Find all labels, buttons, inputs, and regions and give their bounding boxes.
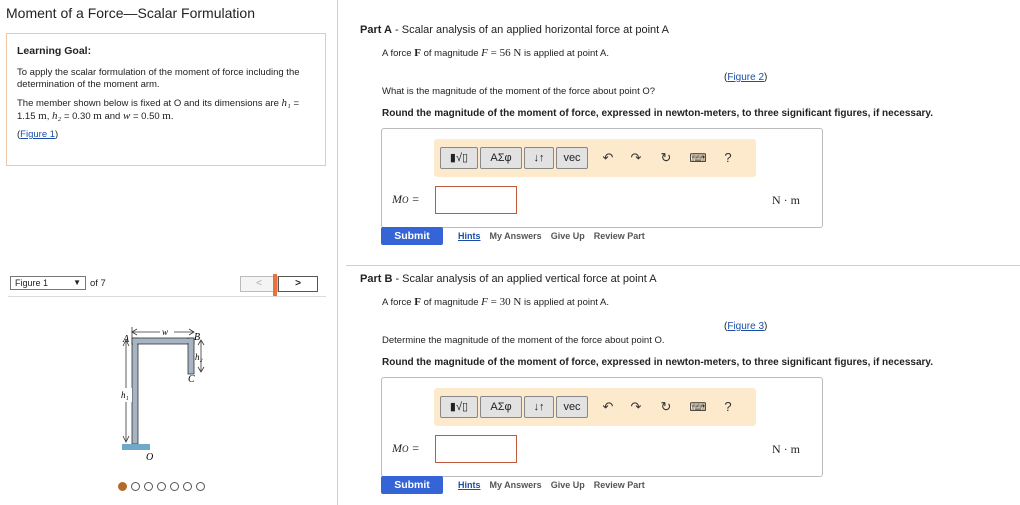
part-a-give-up-link[interactable]: Give Up: [551, 231, 585, 241]
part-b-actions: Hints My Answers Give Up Review Part: [458, 480, 645, 490]
part-divider: [346, 265, 1020, 266]
ground-support: [122, 444, 150, 450]
chevron-down-icon: ▼: [73, 278, 81, 287]
template-button[interactable]: ▮√▯: [440, 396, 478, 418]
figure-3-link[interactable]: Figure 3: [727, 321, 764, 332]
part-a-statement: A force F of magnitude F = 56 N is appli…: [382, 47, 609, 59]
part-b-give-up-link[interactable]: Give Up: [551, 480, 585, 490]
part-b-submit-button[interactable]: Submit: [381, 476, 443, 494]
part-b-question: Determine the magnitude of the moment of…: [382, 335, 665, 346]
nav-separator: [273, 274, 277, 296]
subscript-superscript-button[interactable]: ↓↑: [524, 396, 554, 418]
next-figure-button[interactable]: >: [278, 276, 318, 292]
figure-navigation: Figure 1 ▼ of 7 < >: [8, 274, 326, 296]
part-b-my-answers-link[interactable]: My Answers: [490, 480, 542, 490]
part-a-question: What is the magnitude of the moment of t…: [382, 86, 656, 97]
vector-button[interactable]: vec: [556, 147, 588, 169]
redo-icon[interactable]: ↷: [626, 147, 646, 169]
part-b-moment-label: MO =: [392, 441, 420, 455]
figure-dot-4[interactable]: [157, 482, 166, 491]
part-b-math-toolbar: ▮√▯ ΑΣφ ↓↑ vec ↶ ↷ ↻ ⌨ ?: [434, 388, 756, 426]
page-title: Moment of a Force—Scalar Formulation: [6, 5, 255, 21]
left-panel: Moment of a Force—Scalar Formulation Lea…: [0, 0, 338, 505]
part-a-review-part-link[interactable]: Review Part: [594, 231, 645, 241]
part-a-moment-label: MO =: [392, 192, 420, 206]
figure-count: of 7: [90, 278, 106, 289]
figure-pagination-dots: [118, 482, 205, 491]
help-button[interactable]: ?: [718, 147, 738, 169]
figure-dot-6[interactable]: [183, 482, 192, 491]
part-a-my-answers-link[interactable]: My Answers: [490, 231, 542, 241]
undo-icon[interactable]: ↶: [598, 396, 618, 418]
figure-divider: [8, 296, 326, 297]
part-a-math-toolbar: ▮√▯ ΑΣφ ↓↑ vec ↶ ↷ ↻ ⌨ ?: [434, 139, 756, 177]
undo-icon[interactable]: ↶: [598, 147, 618, 169]
template-button[interactable]: ▮√▯: [440, 147, 478, 169]
part-a-unit: N · m: [772, 193, 800, 207]
figure-dot-3[interactable]: [144, 482, 153, 491]
part-a-round-instruction: Round the magnitude of the moment of for…: [382, 108, 934, 119]
figure-dot-1[interactable]: [118, 482, 127, 491]
w-label: w: [162, 327, 168, 337]
part-a-submit-button[interactable]: Submit: [381, 227, 443, 245]
h1-label: h₁: [121, 390, 129, 400]
right-panel: Part A - Scalar analysis of an applied h…: [346, 0, 1020, 505]
figure-1-link-row: (Figure 1): [17, 129, 59, 140]
figure-dot-5[interactable]: [170, 482, 179, 491]
part-b-moment-input[interactable]: [435, 435, 517, 463]
point-c-label: C: [188, 374, 195, 385]
figure-dot-7[interactable]: [196, 482, 205, 491]
part-b-round-instruction: Round the magnitude of the moment of for…: [382, 357, 934, 368]
part-b-statement: A force F of magnitude F = 30 N is appli…: [382, 296, 609, 308]
figure-2-link[interactable]: Figure 2: [727, 72, 764, 83]
figure-select[interactable]: Figure 1 ▼: [10, 276, 86, 290]
keyboard-icon[interactable]: ⌨: [688, 396, 708, 418]
subscript-superscript-button[interactable]: ↓↑: [524, 147, 554, 169]
reset-icon[interactable]: ↻: [656, 147, 676, 169]
learning-goal-box: Learning Goal: To apply the scalar formu…: [6, 33, 326, 166]
learning-goal-text: To apply the scalar formulation of the m…: [17, 67, 300, 90]
point-o-label: O: [146, 452, 153, 463]
part-a-actions: Hints My Answers Give Up Review Part: [458, 231, 645, 241]
redo-icon[interactable]: ↷: [626, 396, 646, 418]
figure-1-link[interactable]: Figure 1: [20, 129, 55, 140]
reset-icon[interactable]: ↻: [656, 396, 676, 418]
part-b-hints-link[interactable]: Hints: [458, 480, 481, 490]
keyboard-icon[interactable]: ⌨: [688, 147, 708, 169]
point-a-label: A: [122, 334, 130, 345]
greek-symbols-button[interactable]: ΑΣφ: [480, 396, 522, 418]
part-b-unit: N · m: [772, 442, 800, 456]
member-dimensions-text: The member shown below is fixed at O and…: [17, 97, 300, 122]
part-b-title: Part B - Scalar analysis of an applied v…: [360, 273, 657, 285]
part-a-title: Part A - Scalar analysis of an applied h…: [360, 24, 669, 36]
figure-dot-2[interactable]: [131, 482, 140, 491]
part-a-moment-input[interactable]: [435, 186, 517, 214]
vector-button[interactable]: vec: [556, 396, 588, 418]
h2-label: h₂: [195, 352, 203, 362]
part-b-review-part-link[interactable]: Review Part: [594, 480, 645, 490]
member-diagram: w h₁ h₂ A B C O: [120, 326, 205, 463]
part-a-figure-link-row: (Figure 2): [724, 72, 768, 83]
learning-goal-title: Learning Goal:: [17, 45, 92, 57]
point-b-label: B: [194, 332, 200, 343]
help-button[interactable]: ?: [718, 396, 738, 418]
part-a-answer-box: ▮√▯ ΑΣφ ↓↑ vec ↶ ↷ ↻ ⌨ ? MO = N · m: [381, 128, 823, 228]
part-a-hints-link[interactable]: Hints: [458, 231, 481, 241]
part-b-figure-link-row: (Figure 3): [724, 321, 768, 332]
part-b-answer-box: ▮√▯ ΑΣφ ↓↑ vec ↶ ↷ ↻ ⌨ ? MO = N · m: [381, 377, 823, 477]
greek-symbols-button[interactable]: ΑΣφ: [480, 147, 522, 169]
member-hook: [187, 337, 195, 375]
